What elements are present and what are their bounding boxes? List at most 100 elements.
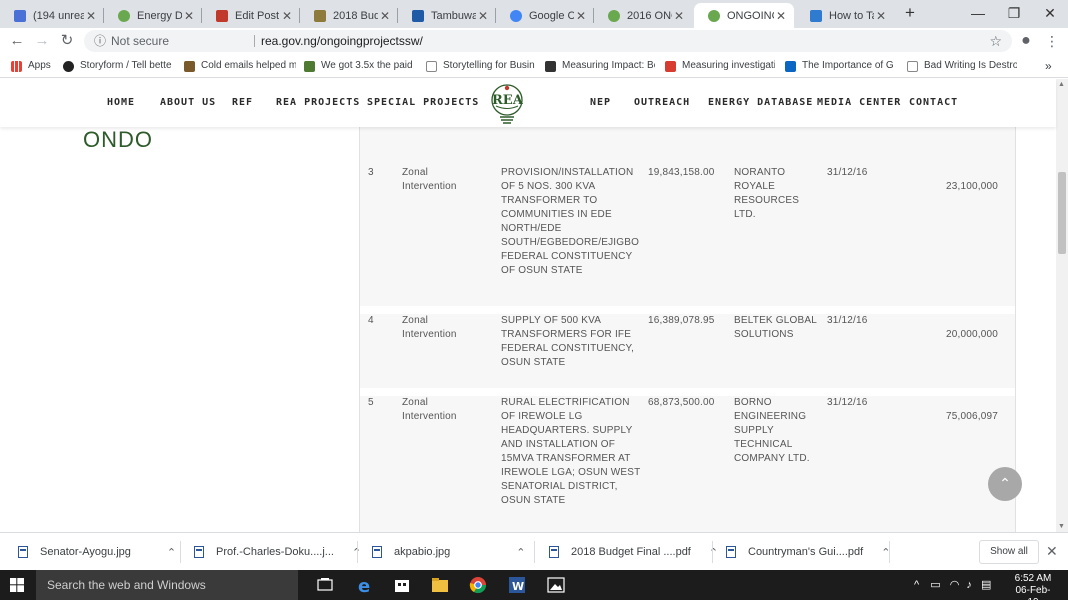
bookmark-item[interactable]: The Importance of G: [785, 59, 895, 73]
reload-button[interactable]: ↻: [58, 32, 76, 50]
browser-tab[interactable]: (194 unread ✕: [0, 3, 104, 28]
nav-special-projects[interactable]: SPECIAL PROJECTS: [367, 97, 479, 108]
store-icon[interactable]: [391, 575, 413, 595]
chevron-up-icon[interactable]: ⌃: [167, 546, 176, 559]
scrollbar-thumb[interactable]: [1058, 172, 1066, 254]
close-icon[interactable]: ✕: [84, 9, 98, 23]
nav-about-us[interactable]: ABOUT US: [160, 97, 216, 108]
bookmarks-bar: Apps Storyform / Tell bette Cold emails …: [0, 54, 1068, 78]
bookmark-item[interactable]: Measuring Impact: Be: [545, 59, 655, 73]
nav-rea-projects[interactable]: REA PROJECTS: [276, 97, 360, 108]
menu-button[interactable]: ⋮: [1043, 32, 1061, 50]
bookmark-label: We got 3.5x the paid: [321, 60, 413, 71]
site-favicon-icon: [118, 9, 130, 22]
row-divider: [360, 306, 1015, 314]
taskbar-clock[interactable]: 6:52 AM 06-Feb-19: [1010, 573, 1056, 609]
browser-tab[interactable]: 2018 Budget ✕: [300, 3, 398, 28]
notifications-icon[interactable]: ▤: [981, 579, 991, 591]
projects-table: 3 Zonal Intervention PROVISION/INSTALLATI…: [359, 127, 1016, 532]
profile-button[interactable]: ●: [1017, 32, 1035, 50]
power-icon[interactable]: ▭: [930, 579, 940, 591]
close-icon[interactable]: ✕: [874, 9, 888, 23]
nav-nep[interactable]: NEP: [590, 97, 611, 108]
page-scrollbar[interactable]: ▲ ▼: [1056, 79, 1068, 532]
bookmark-favicon-icon: [304, 60, 315, 72]
nav-outreach[interactable]: OUTREACH: [634, 97, 690, 108]
chevron-up-icon[interactable]: ⌃: [516, 546, 525, 559]
browser-tab[interactable]: Tambuwal a ✕: [398, 3, 496, 28]
wifi-icon[interactable]: ◠: [950, 579, 960, 591]
bookmarks-overflow-button[interactable]: »: [1045, 59, 1059, 73]
close-window-button[interactable]: ✕: [1032, 0, 1068, 28]
nav-media-center[interactable]: MEDIA CENTER: [817, 97, 901, 108]
info-icon[interactable]: ⓘ: [94, 30, 106, 52]
more-vert-icon: ⋮: [1045, 33, 1059, 49]
download-item[interactable]: 2018 Budget Final ....pdf ⌃: [549, 533, 718, 571]
system-tray: ^ ▭ ◠ ♪ ▤: [914, 570, 991, 600]
nav-ref[interactable]: REF: [232, 97, 253, 108]
row-number: 5: [368, 397, 374, 408]
download-item[interactable]: Countryman's Gui....pdf ⌃: [726, 533, 890, 571]
back-button[interactable]: ←: [8, 32, 26, 50]
close-icon[interactable]: ✕: [378, 9, 392, 23]
bookmark-label: Measuring Impact: Be: [562, 60, 655, 71]
forward-button[interactable]: →: [33, 32, 51, 50]
download-item[interactable]: Senator-Ayogu.jpg ⌃: [18, 533, 176, 571]
windows-taskbar: Search the web and Windows e W ^ ▭ ◠ ♪ ▤…: [0, 570, 1068, 608]
close-icon[interactable]: ✕: [280, 9, 294, 23]
minimize-button[interactable]: —: [960, 0, 996, 28]
tab-label: (194 unread: [33, 9, 84, 22]
scroll-to-top-button[interactable]: ⌃: [988, 467, 1022, 501]
browser-tab-active[interactable]: ONGOING ✕: [694, 3, 794, 28]
taskbar-search-input[interactable]: Search the web and Windows: [36, 570, 298, 600]
close-icon[interactable]: ✕: [182, 9, 196, 23]
close-icon[interactable]: ✕: [476, 9, 490, 23]
new-tab-button[interactable]: +: [896, 0, 924, 28]
nav-home[interactable]: HOME: [107, 97, 135, 108]
bookmark-label: The Importance of G: [802, 60, 894, 71]
bookmark-item[interactable]: Bad Writing Is Destro: [907, 59, 1017, 73]
browser-tab[interactable]: Google Chi ✕: [496, 3, 594, 28]
address-bar[interactable]: ⓘ Not secure rea.gov.ng/ongoingprojectss…: [84, 30, 1012, 52]
close-icon[interactable]: ✕: [774, 9, 788, 23]
chevron-up-icon[interactable]: ^: [914, 579, 919, 591]
close-icon[interactable]: ✕: [574, 9, 588, 23]
browser-tab[interactable]: How to Tak ✕: [796, 3, 894, 28]
chevron-up-icon[interactable]: ⌃: [709, 546, 718, 559]
word-icon[interactable]: W: [506, 575, 528, 595]
windows-start-icon[interactable]: [10, 578, 24, 592]
chrome-icon[interactable]: [467, 575, 489, 595]
scroll-down-arrow-icon[interactable]: ▼: [1058, 523, 1065, 530]
browser-tab[interactable]: 2016 ONGO ✕: [594, 3, 692, 28]
bookmark-item[interactable]: Storyform / Tell bette: [63, 59, 173, 73]
linkedin-icon: [785, 60, 796, 72]
download-item[interactable]: akpabio.jpg ⌃: [372, 533, 526, 571]
tab-label: Edit Post ‹ R: [235, 9, 280, 22]
restore-button[interactable]: ❐: [996, 0, 1032, 28]
download-item[interactable]: Prof.-Charles-Doku....j... ⌃: [194, 533, 361, 571]
table-row: 4 Zonal Intervention SUPPLY OF 500 KVA TRA…: [360, 314, 1015, 386]
close-icon[interactable]: ✕: [1046, 543, 1058, 560]
close-icon[interactable]: ✕: [672, 9, 686, 23]
show-all-downloads-button[interactable]: Show all: [979, 540, 1039, 564]
bookmark-item[interactable]: We got 3.5x the paid: [304, 59, 416, 73]
bookmark-item[interactable]: Storytelling for Busin: [426, 59, 536, 73]
bookmark-star-icon[interactable]: ☆: [989, 30, 1002, 52]
task-view-icon[interactable]: [314, 575, 336, 595]
download-filename: Senator-Ayogu.jpg: [40, 546, 131, 558]
browser-tab[interactable]: Edit Post ‹ R ✕: [202, 3, 300, 28]
volume-icon[interactable]: ♪: [966, 579, 972, 591]
url-text[interactable]: rea.gov.ng/ongoingprojectssw/: [261, 30, 423, 52]
bookmark-apps[interactable]: Apps: [11, 59, 61, 73]
nav-contact[interactable]: CONTACT: [909, 97, 958, 108]
browser-tab[interactable]: Energy Data ✕: [104, 3, 202, 28]
site-favicon-icon: [608, 9, 620, 22]
nav-energy-database[interactable]: ENERGY DATABASE: [708, 97, 813, 108]
photos-icon[interactable]: [545, 575, 567, 595]
bookmark-item[interactable]: Measuring investigati: [665, 59, 775, 73]
rea-logo[interactable]: REA: [487, 83, 527, 125]
bookmark-item[interactable]: Cold emails helped m: [184, 59, 296, 73]
edge-browser-icon[interactable]: e: [354, 575, 376, 595]
scroll-up-arrow-icon[interactable]: ▲: [1058, 81, 1065, 88]
file-explorer-icon[interactable]: [429, 575, 451, 595]
